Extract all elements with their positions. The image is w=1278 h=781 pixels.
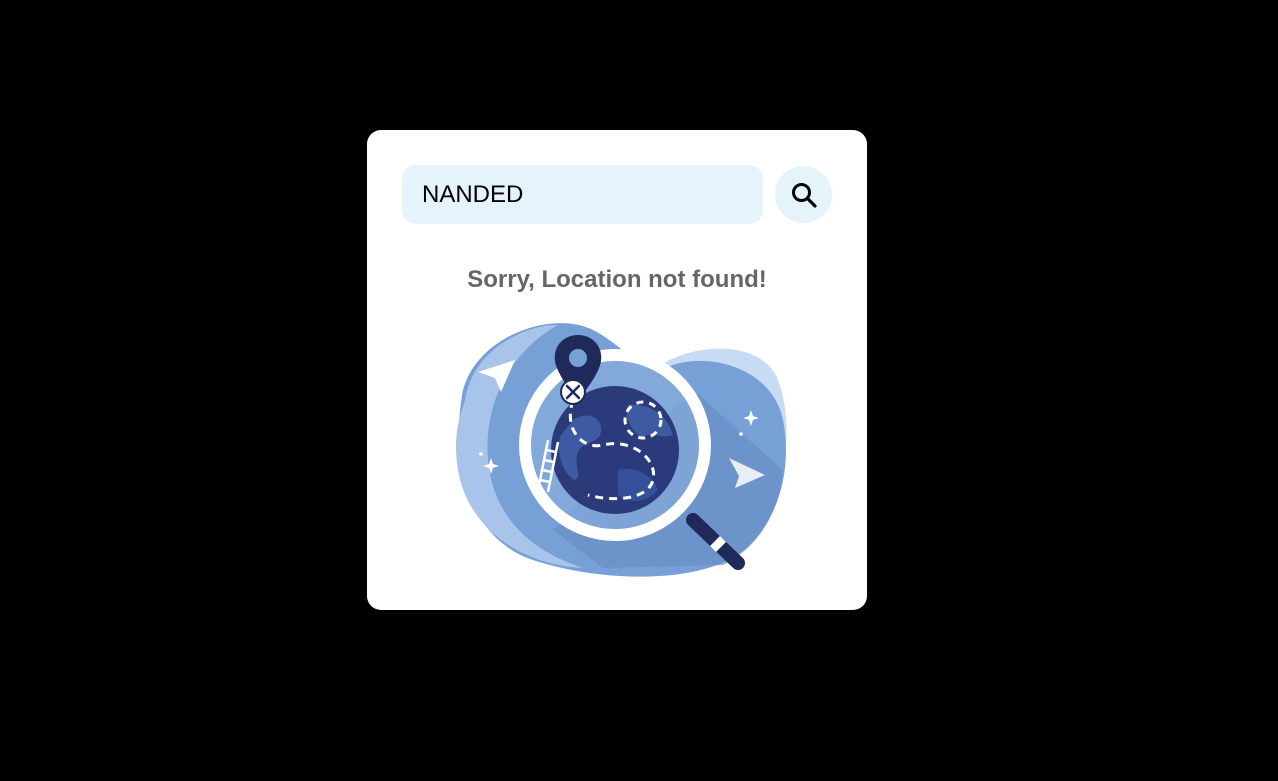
search-bar [402, 165, 832, 224]
sparkle-dot-2 [739, 432, 743, 436]
pin-hole [569, 349, 587, 367]
weather-card: Sorry, Location not found! [367, 130, 867, 610]
search-button[interactable] [775, 166, 832, 223]
sparkle-dot [479, 452, 483, 456]
search-icon [791, 182, 817, 208]
location-not-found-illustration [455, 323, 787, 577]
handle-stripe [710, 536, 726, 552]
search-input[interactable] [402, 165, 763, 224]
not-found-message: Sorry, Location not found! [467, 266, 767, 293]
